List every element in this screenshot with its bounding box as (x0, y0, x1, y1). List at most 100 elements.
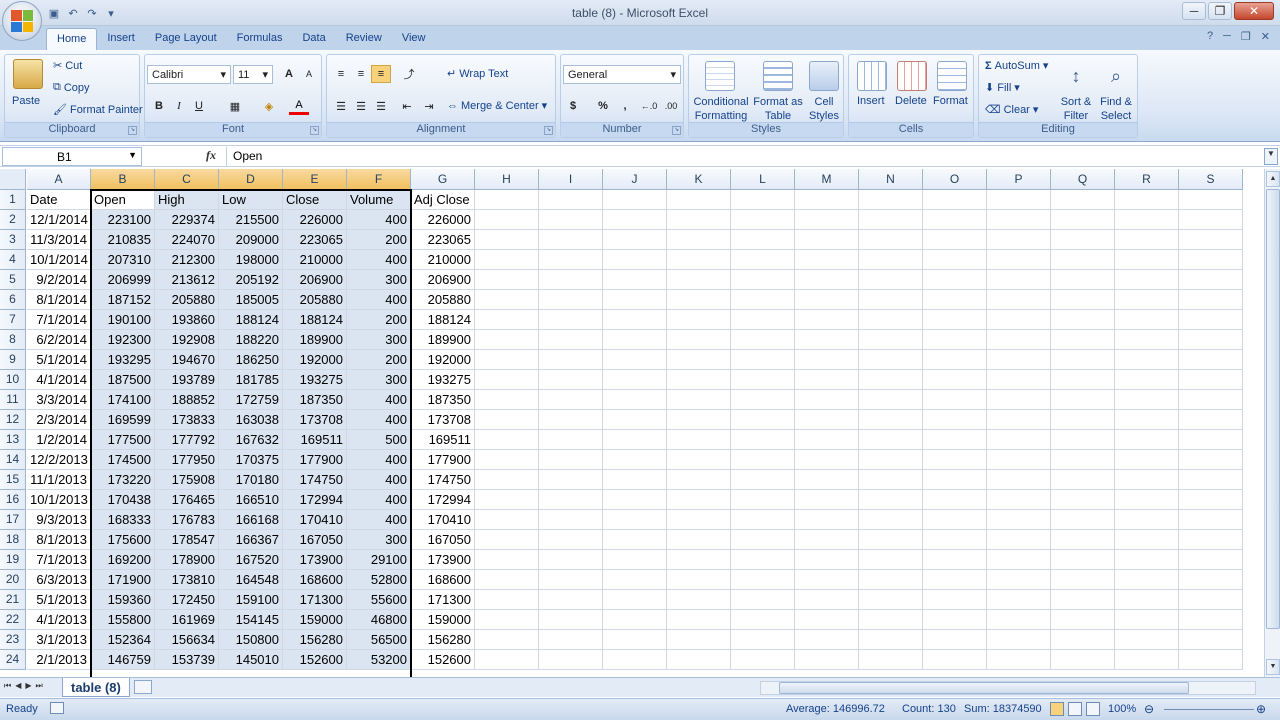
tab-data[interactable]: Data (292, 28, 335, 50)
table-cell[interactable]: 167632 (219, 430, 283, 450)
table-cell[interactable] (795, 270, 859, 290)
column-header-h[interactable]: H (475, 169, 539, 190)
table-cell[interactable] (1115, 230, 1179, 250)
table-cell[interactable] (859, 230, 923, 250)
table-cell[interactable]: 400 (347, 250, 411, 270)
table-cell[interactable]: 167520 (219, 550, 283, 570)
table-cell[interactable]: 177900 (283, 450, 347, 470)
column-header-r[interactable]: R (1115, 169, 1179, 190)
table-cell[interactable]: 215500 (219, 210, 283, 230)
table-cell[interactable] (859, 450, 923, 470)
wrap-text-button[interactable]: ↵ Wrap Text (447, 67, 508, 81)
column-header-j[interactable]: J (603, 169, 667, 190)
table-cell[interactable] (731, 470, 795, 490)
table-cell[interactable]: 178547 (155, 530, 219, 550)
column-header-d[interactable]: D (219, 169, 283, 190)
table-cell[interactable] (795, 390, 859, 410)
table-cell[interactable]: 172994 (411, 490, 475, 510)
table-cell[interactable] (1179, 330, 1243, 350)
table-cell[interactable]: 155800 (91, 610, 155, 630)
horizontal-scrollbar[interactable] (760, 681, 1256, 695)
table-cell[interactable] (923, 330, 987, 350)
table-cell[interactable] (603, 390, 667, 410)
table-cell[interactable]: 400 (347, 510, 411, 530)
align-center-icon[interactable]: ☰ (351, 97, 371, 115)
table-cell[interactable]: 188220 (219, 330, 283, 350)
tab-page-layout[interactable]: Page Layout (145, 28, 227, 50)
cut-button[interactable]: ✂ Cut (53, 59, 82, 73)
table-cell[interactable] (603, 630, 667, 650)
table-cell[interactable] (539, 330, 603, 350)
table-cell[interactable] (475, 550, 539, 570)
table-cell[interactable] (603, 590, 667, 610)
header-cell[interactable]: Adj Close (411, 190, 475, 210)
row-header[interactable]: 6 (0, 290, 26, 310)
clear-button[interactable]: ⌫ Clear ▾ (985, 103, 1038, 117)
table-cell[interactable] (859, 350, 923, 370)
table-cell[interactable] (603, 530, 667, 550)
table-cell[interactable]: 193275 (283, 370, 347, 390)
table-cell[interactable] (731, 430, 795, 450)
close-workbook-icon[interactable]: ✕ (1261, 30, 1270, 43)
column-header-l[interactable]: L (731, 169, 795, 190)
table-cell[interactable] (731, 450, 795, 470)
shrink-font-button[interactable]: A (299, 65, 319, 83)
table-cell[interactable]: 176783 (155, 510, 219, 530)
table-cell[interactable]: 188124 (283, 310, 347, 330)
table-cell[interactable] (795, 490, 859, 510)
table-cell[interactable]: 177500 (91, 430, 155, 450)
table-cell[interactable] (475, 530, 539, 550)
table-cell[interactable] (539, 430, 603, 450)
table-cell[interactable]: 181785 (219, 370, 283, 390)
table-cell[interactable]: 156280 (411, 630, 475, 650)
table-cell[interactable] (475, 250, 539, 270)
office-button[interactable] (2, 1, 42, 41)
table-cell[interactable]: 173833 (155, 410, 219, 430)
underline-button[interactable]: U (189, 97, 209, 115)
table-cell[interactable]: 156634 (155, 630, 219, 650)
table-cell[interactable] (1051, 250, 1115, 270)
table-cell[interactable] (987, 430, 1051, 450)
delete-cells-icon[interactable] (897, 61, 927, 91)
table-cell[interactable] (667, 590, 731, 610)
table-cell[interactable] (475, 410, 539, 430)
table-cell[interactable] (603, 290, 667, 310)
table-cell[interactable] (987, 270, 1051, 290)
table-cell[interactable] (1115, 390, 1179, 410)
table-cell[interactable]: 145010 (219, 650, 283, 670)
table-cell[interactable]: 171300 (411, 590, 475, 610)
table-cell[interactable]: 223065 (411, 230, 475, 250)
insert-function-button[interactable]: fx (206, 148, 216, 163)
table-cell[interactable]: 168333 (91, 510, 155, 530)
table-cell[interactable]: 2/1/2013 (27, 650, 91, 670)
table-cell[interactable] (1179, 510, 1243, 530)
table-cell[interactable]: 168600 (283, 570, 347, 590)
conditional-formatting-button[interactable]: Conditional Formatting (691, 95, 751, 123)
table-cell[interactable]: 12/1/2014 (27, 210, 91, 230)
table-cell[interactable]: 178900 (155, 550, 219, 570)
table-cell[interactable] (859, 370, 923, 390)
table-cell[interactable] (795, 430, 859, 450)
table-cell[interactable] (667, 570, 731, 590)
table-cell[interactable] (859, 270, 923, 290)
table-cell[interactable]: 8/1/2014 (27, 290, 91, 310)
table-cell[interactable]: 152600 (411, 650, 475, 670)
table-cell[interactable]: 154145 (219, 610, 283, 630)
table-cell[interactable]: 5/1/2014 (27, 350, 91, 370)
header-cell[interactable] (1051, 190, 1115, 210)
column-header-a[interactable]: A (27, 169, 91, 190)
table-cell[interactable] (987, 250, 1051, 270)
table-cell[interactable]: 5/1/2013 (27, 590, 91, 610)
table-cell[interactable] (859, 650, 923, 670)
table-cell[interactable] (539, 490, 603, 510)
table-cell[interactable] (1115, 650, 1179, 670)
table-cell[interactable] (1051, 470, 1115, 490)
alignment-launcher-icon[interactable]: ↘ (544, 126, 553, 135)
table-cell[interactable]: 174500 (91, 450, 155, 470)
sort-filter-button[interactable]: Sort & Filter (1055, 95, 1097, 123)
table-cell[interactable] (667, 310, 731, 330)
page-layout-view-icon[interactable] (1068, 702, 1082, 716)
table-cell[interactable]: 177900 (411, 450, 475, 470)
table-cell[interactable] (539, 470, 603, 490)
table-cell[interactable] (795, 530, 859, 550)
